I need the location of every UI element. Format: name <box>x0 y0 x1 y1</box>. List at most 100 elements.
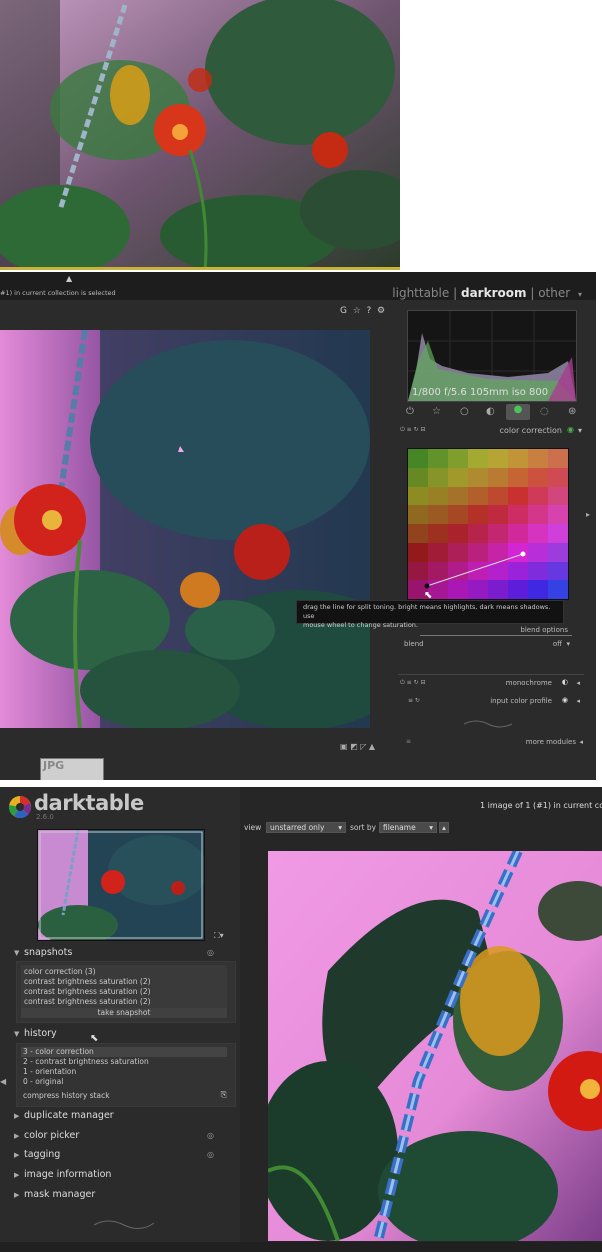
collection-count: 1 image of 1 (#1) in current coll <box>480 801 602 810</box>
compress-history-button[interactable]: compress history stack <box>23 1091 110 1101</box>
module-controls-icon[interactable]: ⏻ ≡ ↻ ⊟ <box>400 426 426 434</box>
view-filter-dropdown[interactable]: unstarred only ▾ <box>266 822 346 833</box>
section-title: color picker <box>24 1130 80 1141</box>
chevron-down-icon: ▾ <box>429 823 433 832</box>
app-version: 2.6.0 <box>36 813 54 821</box>
collapse-right-arrow-icon[interactable]: ▸ <box>586 510 594 519</box>
gamut-icon[interactable]: ▲ <box>369 742 375 751</box>
center-image[interactable] <box>0 330 370 728</box>
filmstrip-thumbnail[interactable]: JPG <box>40 758 104 780</box>
reset-icon[interactable]: ◎ <box>207 1131 214 1140</box>
correct-icon[interactable]: ◌ <box>540 406 549 417</box>
photo-crop-image <box>0 0 400 270</box>
view-other[interactable]: other <box>538 286 570 300</box>
snapshot-item[interactable]: color correction (3) <box>24 967 96 977</box>
chevron-down-icon[interactable]: ▾ <box>566 640 570 648</box>
reset-icon[interactable]: ◎ <box>207 1150 214 1159</box>
history-item[interactable]: 0 - original <box>23 1077 63 1087</box>
sort-label: sort by <box>350 823 377 832</box>
collapse-top-arrow-icon[interactable]: ▲ <box>66 274 72 283</box>
blend-value[interactable]: off <box>553 640 562 648</box>
sort-value: filename <box>383 823 416 832</box>
view-separator: | <box>453 286 458 300</box>
blend-row[interactable]: blend off ▾ <box>398 638 584 652</box>
chevron-down-icon[interactable]: ▾ <box>578 290 582 299</box>
color-picker-header[interactable]: ▶ color picker ◎ <box>14 1130 236 1146</box>
duplicate-manager-header[interactable]: ▶ duplicate manager <box>14 1110 236 1126</box>
filter-toolbar: view unstarred only ▾ sort by filename ▾ ▴ <box>244 821 602 837</box>
reset-icon[interactable]: ◎ <box>207 948 214 957</box>
effect-icon[interactable]: ⊛ <box>568 406 576 417</box>
module-title: monochrome <box>505 679 552 687</box>
sort-order-toggle[interactable]: ▴ <box>439 822 449 833</box>
main-image[interactable] <box>268 851 602 1241</box>
overexposed-icon[interactable]: ◩ <box>350 742 358 751</box>
color-group-icon[interactable]: ● <box>506 404 530 420</box>
star-icon[interactable]: ☆ <box>353 306 361 316</box>
history-item[interactable]: 1 - orientation <box>23 1067 76 1077</box>
histogram[interactable]: 1/800 f/5.6 105mm iso 800 <box>407 310 577 402</box>
module-controls-icon[interactable]: ≡ ↻ <box>408 697 420 704</box>
mask-manager-header[interactable]: ▶ mask manager <box>14 1189 236 1205</box>
bottom-toolbar: ▣ ◩ ◸ ▲ <box>340 742 375 751</box>
softproof-icon[interactable]: ◸ <box>360 742 366 751</box>
view-separator: | <box>530 286 535 300</box>
section-title: snapshots <box>24 947 73 958</box>
help-icon[interactable]: ? <box>367 306 372 316</box>
snapshot-item[interactable]: contrast brightness saturation (2) <box>24 987 151 997</box>
left-panel: darktable 2.6.0 ⛶▾ ▼ snapshots ◎ color co… <box>0 787 240 1252</box>
view-darkroom[interactable]: darkroom <box>461 286 527 300</box>
cropped-photo <box>0 0 400 270</box>
tooltip: drag the line for split toning. bright m… <box>296 600 564 629</box>
chevron-left-icon[interactable]: ◂ <box>576 697 580 705</box>
decoration-swirl-icon <box>463 720 513 728</box>
star-icon[interactable]: ☆ <box>432 406 441 417</box>
color-correction-header[interactable]: ⏻ ≡ ↻ ⊟ color correction ◉ ▾ <box>398 424 584 438</box>
highlight-handle[interactable] <box>520 551 526 557</box>
chevron-down-icon: ▾ <box>338 823 342 832</box>
sort-dropdown[interactable]: filename ▾ <box>379 822 437 833</box>
section-title: history <box>24 1028 57 1039</box>
image-information-header[interactable]: ▶ image information <box>14 1169 236 1185</box>
more-modules-row[interactable]: ≡ more modules ◂ <box>398 736 584 750</box>
chevron-left-icon[interactable]: ◂ <box>579 738 583 746</box>
preset-icon[interactable]: ≡ <box>406 738 411 745</box>
collapse-left-arrow-icon[interactable]: ◀ <box>0 1077 6 1086</box>
history-header[interactable]: ▼ history <box>14 1028 236 1044</box>
snapshot-item[interactable]: contrast brightness saturation (2) <box>24 997 151 1007</box>
tone-icon[interactable]: ◐ <box>486 406 495 417</box>
split-toning-line[interactable] <box>407 448 567 598</box>
navigation-image <box>38 830 204 940</box>
lighttable-window: darktable 2.6.0 ⛶▾ ▼ snapshots ◎ color co… <box>0 787 602 1252</box>
snapshots-box: color correction (3) contrast brightness… <box>16 961 236 1023</box>
top-bar: #1) in current collection is selected ▲ … <box>0 272 596 300</box>
input-color-profile-module[interactable]: ≡ ↻ input color profile ◉ ◂ <box>398 695 584 709</box>
collection-status: #1) in current collection is selected <box>0 289 116 297</box>
snapshot-item[interactable]: contrast brightness saturation (2) <box>24 977 151 987</box>
shadow-handle[interactable] <box>424 583 430 589</box>
blend-options-row[interactable]: blend options <box>398 624 584 638</box>
horizontal-scrollbar[interactable] <box>0 1242 602 1252</box>
chevron-down-icon[interactable]: ▾ <box>578 426 582 435</box>
view-lighttable[interactable]: lighttable <box>392 286 449 300</box>
tagging-header[interactable]: ▶ tagging ◎ <box>14 1149 236 1165</box>
take-snapshot-button[interactable]: take snapshot <box>21 1008 227 1018</box>
module-controls-icon[interactable]: ⏻ ≡ ↻ ⊟ <box>400 679 426 687</box>
gear-icon[interactable]: ⚙ <box>377 306 385 316</box>
history-item-selected[interactable]: 3 - color correction <box>21 1047 227 1057</box>
create-style-icon[interactable]: ⎘ <box>221 1090 227 1100</box>
chevron-left-icon[interactable]: ◂ <box>576 679 580 687</box>
tooltip-line: drag the line for split toning. bright m… <box>303 603 551 620</box>
blend-options-label: blend options <box>520 626 568 634</box>
display-icon[interactable]: ▣ <box>340 742 348 751</box>
group-icon[interactable]: G <box>340 306 347 316</box>
monochrome-module[interactable]: ⏻ ≡ ↻ ⊟ monochrome ◐ ◂ <box>398 677 584 691</box>
section-title: tagging <box>24 1149 61 1160</box>
collapsed-triangle-icon: ▶ <box>14 1132 20 1140</box>
circle-icon[interactable]: ○ <box>460 406 469 417</box>
fit-zoom-icon[interactable]: ⛶▾ <box>214 931 224 941</box>
navigation-thumbnail[interactable] <box>37 829 205 941</box>
collapsed-triangle-icon: ▶ <box>14 1191 20 1199</box>
power-icon[interactable]: ⏻ <box>406 406 414 417</box>
history-item[interactable]: 2 - contrast brightness saturation <box>23 1057 149 1067</box>
